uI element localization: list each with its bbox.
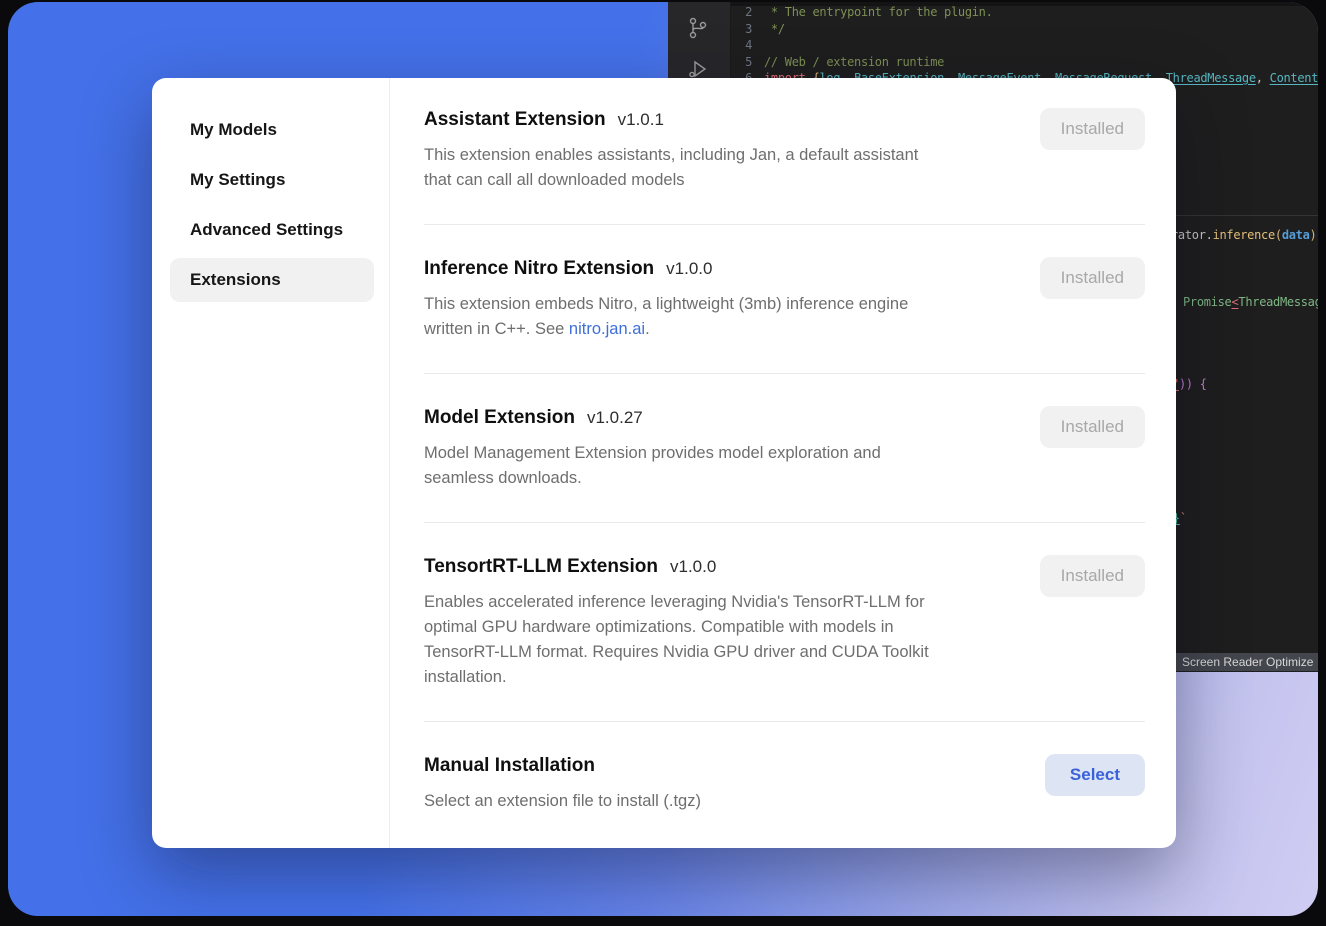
- extension-row-model: Model Extension v1.0.27 Model Management…: [424, 374, 1145, 523]
- extension-row-assistant: Assistant Extension v1.0.1 This extensio…: [424, 82, 1145, 225]
- manual-installation-title: Manual Installation: [424, 752, 595, 780]
- code-fragment: Promise<ThreadMessage>: [1183, 294, 1318, 311]
- description-line: Enables accelerated inference leveraging…: [424, 590, 929, 615]
- editor-split-border: [1158, 215, 1318, 216]
- code-line: 4: [730, 37, 1318, 54]
- extensions-panel: Assistant Extension v1.0.1 This extensio…: [390, 78, 1176, 848]
- code-line: 3 */: [730, 21, 1318, 38]
- app-window: 2 * The entrypoint for the plugin.3 */45…: [8, 2, 1318, 916]
- description-line: Model Management Extension provides mode…: [424, 441, 881, 466]
- manual-installation-row: Manual Installation Select an extension …: [424, 722, 1145, 845]
- nitro-jan-ai-link[interactable]: nitro.jan.ai: [569, 320, 645, 338]
- description-line: written in C++. See nitro.jan.ai.: [424, 317, 908, 342]
- description-line: Select an extension file to install (.tg…: [424, 789, 701, 814]
- description-line: that can call all downloaded models: [424, 168, 918, 193]
- sidebar-item-extensions[interactable]: Extensions: [170, 258, 374, 302]
- status-bar-screen-reader[interactable]: Screen Reader Optimize: [1172, 653, 1318, 671]
- description-line: optimal GPU hardware optimizations. Comp…: [424, 615, 929, 640]
- extension-name: Assistant Extension: [424, 106, 606, 134]
- extension-row-tensorrt: TensortRT-LLM Extension v1.0.0 Enables a…: [424, 523, 1145, 722]
- extension-name: TensortRT-LLM Extension: [424, 553, 658, 581]
- extension-name: Model Extension: [424, 404, 575, 432]
- sidebar-item-my-models[interactable]: My Models: [170, 108, 374, 152]
- installed-button[interactable]: Installed: [1040, 406, 1145, 448]
- extension-description: This extension enables assistants, inclu…: [424, 143, 918, 193]
- code-line: 2 * The entrypoint for the plugin.: [730, 4, 1318, 21]
- sidebar-item-my-settings[interactable]: My Settings: [170, 158, 374, 202]
- extension-name: Inference Nitro Extension: [424, 255, 654, 283]
- installed-button[interactable]: Installed: [1040, 555, 1145, 597]
- code-fragment: rator.inference(data));: [1171, 227, 1318, 244]
- description-line: installation.: [424, 665, 929, 690]
- description-line: This extension enables assistants, inclu…: [424, 143, 918, 168]
- extension-description: Enables accelerated inference leveraging…: [424, 590, 929, 690]
- extension-version: v1.0.27: [587, 404, 643, 432]
- extension-description: This extension embeds Nitro, a lightweig…: [424, 292, 908, 342]
- settings-modal: My Models My Settings Advanced Settings …: [152, 78, 1176, 848]
- description-line: TensorRT-LLM format. Requires Nvidia GPU…: [424, 640, 929, 665]
- extension-row-nitro: Inference Nitro Extension v1.0.0 This ex…: [424, 225, 1145, 374]
- description-line: seamless downloads.: [424, 466, 881, 491]
- settings-sidebar: My Models My Settings Advanced Settings …: [152, 78, 390, 848]
- installed-button[interactable]: Installed: [1040, 257, 1145, 299]
- sidebar-item-advanced-settings[interactable]: Advanced Settings: [170, 208, 374, 252]
- extension-version: v1.0.0: [670, 553, 716, 581]
- manual-installation-description: Select an extension file to install (.tg…: [424, 789, 701, 814]
- code-fragment: ")) {: [1172, 376, 1207, 393]
- source-control-icon[interactable]: [686, 16, 710, 45]
- extension-description: Model Management Extension provides mode…: [424, 441, 881, 491]
- select-file-button[interactable]: Select: [1045, 754, 1145, 796]
- installed-button[interactable]: Installed: [1040, 108, 1145, 150]
- description-line: This extension embeds Nitro, a lightweig…: [424, 292, 908, 317]
- code-line: 5// Web / extension runtime: [730, 54, 1318, 71]
- code-lines: 2 * The entrypoint for the plugin.3 */45…: [730, 4, 1318, 87]
- extension-version: v1.0.0: [666, 255, 712, 283]
- extension-version: v1.0.1: [618, 106, 664, 134]
